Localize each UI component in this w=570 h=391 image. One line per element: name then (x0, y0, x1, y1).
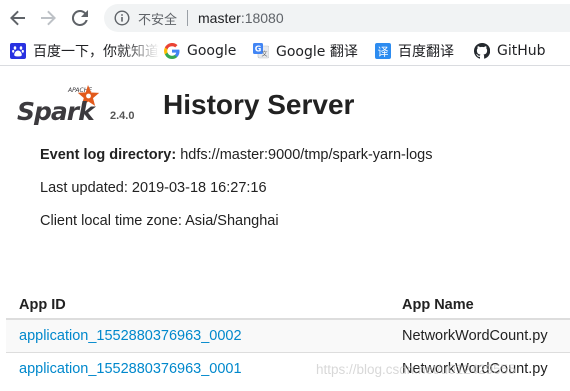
bookmark-label: Google 翻译 (276, 43, 358, 60)
browser-toolbar: 不安全 master:18080 (0, 0, 570, 36)
app-id-cell: application_1552880376963_0002 (6, 318, 397, 352)
history-server-page: APACHE Spark 2.4.0 History Server Event … (0, 67, 570, 391)
back-arrow-icon[interactable] (6, 6, 30, 30)
page-title: History Server (163, 89, 355, 120)
security-label[interactable]: 不安全 (138, 9, 177, 28)
info-icon[interactable] (114, 10, 130, 26)
url-host: master (198, 10, 241, 26)
bookmark-baidu[interactable]: 百度一下，你就知道 (10, 36, 166, 65)
svg-text:译: 译 (378, 45, 389, 58)
app-name-cell: NetworkWordCount.py (397, 318, 570, 352)
url-port: :18080 (240, 10, 284, 26)
bookmark-google-translate[interactable]: G文 Google 翻译 (253, 36, 358, 65)
bookmark-github[interactable]: GitHub (474, 36, 546, 65)
column-header-app-id[interactable]: App ID (6, 291, 397, 320)
reload-icon[interactable] (68, 6, 92, 30)
bookmark-baidu-translate[interactable]: 译 百度翻译 (375, 36, 454, 65)
last-updated: Last updated: 2019-03-18 16:27:16 (40, 180, 267, 196)
bookmark-label: 百度翻译 (398, 43, 454, 60)
bookmark-label: Google (187, 42, 237, 59)
table-header-row: App ID App Name (6, 291, 570, 320)
bookmark-fade (122, 36, 166, 65)
google-g-icon (164, 42, 180, 59)
event-log-directory: Event log directory: hdfs://master:9000/… (40, 147, 432, 163)
spark-logo[interactable]: APACHE Spark (16, 81, 106, 126)
baidu-translate-icon: 译 (375, 42, 391, 59)
google-translate-icon: G文 (253, 42, 269, 59)
bookmarks-bar: 百度一下，你就知道 Google G文 Google 翻译 译 百度翻译 Git… (0, 36, 570, 66)
watermark: https://blog.csdn.net/u012429555 (316, 362, 516, 377)
baidu-paw-icon (10, 42, 26, 59)
svg-text:文: 文 (261, 50, 267, 58)
app-id-link[interactable]: application_1552880376963_0002 (19, 328, 242, 344)
table-row: application_1552880376963_0002 NetworkWo… (6, 318, 570, 352)
github-icon (474, 42, 490, 59)
bookmark-label: GitHub (497, 42, 546, 59)
forward-arrow-icon[interactable] (36, 6, 60, 30)
client-timezone: Client local time zone: Asia/Shanghai (40, 213, 279, 229)
svg-text:G: G (255, 44, 262, 53)
bookmark-google[interactable]: Google (164, 36, 237, 65)
event-log-label: Event log directory: (40, 147, 177, 163)
event-log-value: hdfs://master:9000/tmp/spark-yarn-logs (180, 147, 433, 163)
address-bar[interactable]: 不安全 master:18080 (104, 4, 570, 32)
omnibox-separator (187, 10, 189, 26)
app-id-link[interactable]: application_1552880376963_0001 (19, 361, 242, 377)
spark-logo-text: Spark (17, 97, 96, 125)
column-header-app-name[interactable]: App Name (397, 291, 570, 320)
spark-version: 2.4.0 (110, 110, 135, 122)
